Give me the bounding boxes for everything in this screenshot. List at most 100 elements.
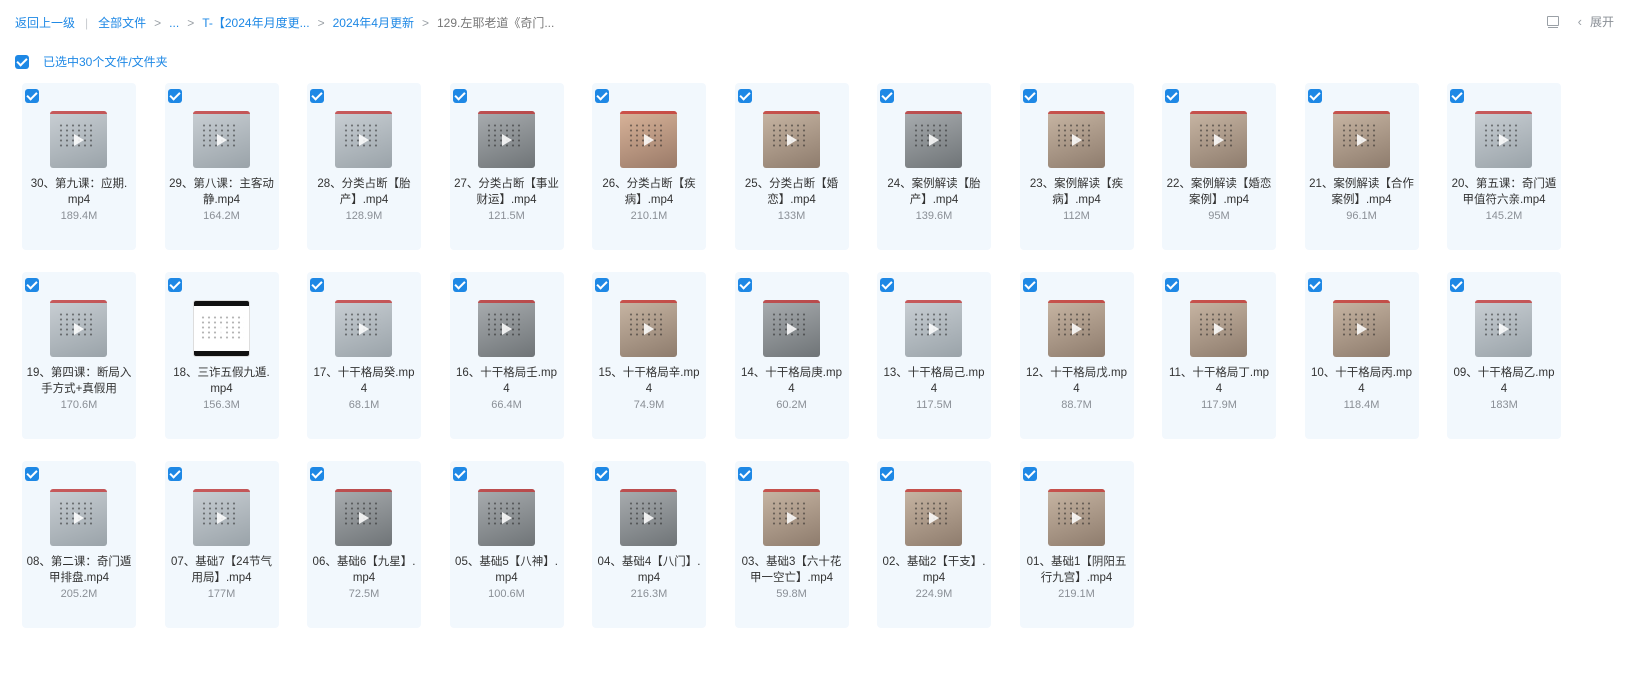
file-checkbox[interactable]: [737, 89, 752, 103]
screen-icon[interactable]: [1546, 15, 1560, 29]
file-card[interactable]: 22、案例解读【婚恋案例】.mp4 95M: [1162, 83, 1276, 250]
video-thumbnail[interactable]: [335, 300, 392, 357]
video-thumbnail[interactable]: [335, 489, 392, 546]
file-card[interactable]: 04、基础4【八门】.mp4 216.3M: [592, 461, 706, 628]
thumbnail-top-strip: [477, 300, 535, 303]
video-thumbnail[interactable]: [1332, 111, 1390, 168]
file-card[interactable]: 30、第九课：应期.mp4 189.4M: [22, 83, 136, 250]
file-checkbox[interactable]: [452, 278, 467, 292]
file-card[interactable]: 11、十干格局丁.mp4 117.9M: [1162, 272, 1276, 439]
file-card[interactable]: 12、十干格局戊.mp4 88.7M: [1019, 272, 1134, 439]
video-thumbnail[interactable]: [762, 111, 820, 168]
file-card[interactable]: 10、十干格局丙.mp4 118.4M: [1304, 272, 1419, 439]
video-thumbnail[interactable]: [1047, 300, 1105, 357]
video-thumbnail[interactable]: [1475, 300, 1532, 357]
file-checkbox[interactable]: [737, 278, 752, 292]
file-checkbox[interactable]: [25, 467, 39, 481]
file-card[interactable]: 21、案例解读【合作案例】.mp4 96.1M: [1304, 83, 1419, 250]
file-card[interactable]: 19、第四课：断局入手方式+真假用 170.6M: [22, 272, 136, 439]
file-checkbox[interactable]: [25, 89, 39, 103]
video-thumbnail[interactable]: [620, 300, 677, 357]
video-thumbnail[interactable]: [1475, 111, 1532, 168]
file-checkbox[interactable]: [595, 278, 609, 292]
file-checkbox[interactable]: [167, 89, 182, 103]
file-checkbox[interactable]: [880, 278, 894, 292]
video-thumbnail[interactable]: [477, 111, 535, 168]
video-thumbnail[interactable]: [192, 489, 250, 546]
select-all-checkbox[interactable]: [15, 54, 29, 69]
video-thumbnail[interactable]: [50, 111, 107, 168]
breadcrumb-folder-april[interactable]: 2024年4月更新: [333, 14, 414, 31]
file-card[interactable]: 23、案例解读【疾病】.mp4 112M: [1019, 83, 1134, 250]
file-card[interactable]: 16、十干格局壬.mp4 66.4M: [449, 272, 564, 439]
video-thumbnail[interactable]: [1190, 111, 1247, 168]
file-card[interactable]: 20、第五课：奇门遁甲值符六亲.mp4 145.2M: [1447, 83, 1561, 250]
file-card[interactable]: 14、十干格局庚.mp4 60.2M: [734, 272, 849, 439]
video-thumbnail[interactable]: [905, 489, 962, 546]
video-thumbnail[interactable]: [1047, 489, 1105, 546]
file-card[interactable]: 05、基础5【八神】.mp4 100.6M: [449, 461, 564, 628]
video-thumbnail[interactable]: [762, 300, 820, 357]
file-checkbox[interactable]: [452, 89, 467, 103]
file-checkbox[interactable]: [1307, 278, 1322, 292]
file-card[interactable]: 28、分类占断【胎产】.mp4 128.9M: [307, 83, 421, 250]
video-thumbnail[interactable]: [50, 300, 107, 357]
file-checkbox[interactable]: [1165, 89, 1179, 103]
file-checkbox[interactable]: [1450, 278, 1464, 292]
back-link[interactable]: 返回上一级: [15, 14, 75, 31]
file-checkbox[interactable]: [310, 89, 324, 103]
file-card[interactable]: 02、基础2【干支】.mp4 224.9M: [877, 461, 991, 628]
video-thumbnail[interactable]: [192, 300, 250, 357]
file-checkbox[interactable]: [167, 278, 182, 292]
file-card[interactable]: 24、案例解读【胎产】.mp4 139.6M: [877, 83, 991, 250]
file-card[interactable]: 29、第八课：主客动静.mp4 164.2M: [164, 83, 279, 250]
file-card[interactable]: 18、三诈五假九遁.mp4 156.3M: [164, 272, 279, 439]
video-thumbnail[interactable]: [477, 300, 535, 357]
file-card[interactable]: 09、十干格局乙.mp4 183M: [1447, 272, 1561, 439]
video-thumbnail[interactable]: [620, 489, 677, 546]
file-checkbox[interactable]: [310, 467, 324, 481]
video-thumbnail[interactable]: [1190, 300, 1247, 357]
video-thumbnail[interactable]: [192, 111, 250, 168]
video-thumbnail[interactable]: [477, 489, 535, 546]
file-card[interactable]: 07、基础7【24节气用局】.mp4 177M: [164, 461, 279, 628]
video-thumbnail[interactable]: [50, 489, 107, 546]
all-files-link[interactable]: 全部文件: [98, 14, 146, 31]
file-card[interactable]: 06、基础6【九星】.mp4 72.5M: [307, 461, 421, 628]
expand-button[interactable]: ‹ 展开: [1578, 13, 1614, 30]
file-checkbox[interactable]: [1307, 89, 1322, 103]
file-checkbox[interactable]: [1165, 278, 1179, 292]
video-thumbnail[interactable]: [1047, 111, 1105, 168]
file-card[interactable]: 03、基础3【六十花甲一空亡】.mp4 59.8M: [734, 461, 849, 628]
file-card[interactable]: 26、分类占断【疾病】.mp4 210.1M: [592, 83, 706, 250]
file-card[interactable]: 13、十干格局己.mp4 117.5M: [877, 272, 991, 439]
breadcrumb-ellipsis[interactable]: ...: [169, 16, 179, 30]
file-checkbox[interactable]: [452, 467, 467, 481]
file-checkbox[interactable]: [1022, 467, 1037, 481]
video-thumbnail[interactable]: [1332, 300, 1390, 357]
video-thumbnail[interactable]: [905, 300, 962, 357]
video-thumbnail[interactable]: [335, 111, 392, 168]
video-thumbnail[interactable]: [620, 111, 677, 168]
file-checkbox[interactable]: [1022, 89, 1037, 103]
breadcrumb-folder-monthly[interactable]: T-【2024年月度更...: [202, 14, 309, 31]
file-card[interactable]: 25、分类占断【婚恋】.mp4 133M: [734, 83, 849, 250]
file-card[interactable]: 01、基础1【阴阳五行九宫】.mp4 219.1M: [1019, 461, 1134, 628]
file-checkbox[interactable]: [310, 278, 324, 292]
file-checkbox[interactable]: [880, 89, 894, 103]
file-checkbox[interactable]: [737, 467, 752, 481]
file-card[interactable]: 15、十干格局辛.mp4 74.9M: [592, 272, 706, 439]
file-checkbox[interactable]: [595, 89, 609, 103]
file-card[interactable]: 27、分类占断【事业财运】.mp4 121.5M: [449, 83, 564, 250]
file-checkbox[interactable]: [595, 467, 609, 481]
video-thumbnail[interactable]: [762, 489, 820, 546]
file-card[interactable]: 17、十干格局癸.mp4 68.1M: [307, 272, 421, 439]
thumbnail-top-strip: [762, 489, 820, 492]
file-card[interactable]: 08、第二课：奇门遁甲排盘.mp4 205.2M: [22, 461, 136, 628]
file-checkbox[interactable]: [167, 467, 182, 481]
file-checkbox[interactable]: [25, 278, 39, 292]
file-checkbox[interactable]: [1022, 278, 1037, 292]
video-thumbnail[interactable]: [905, 111, 962, 168]
file-checkbox[interactable]: [1450, 89, 1464, 103]
file-checkbox[interactable]: [880, 467, 894, 481]
